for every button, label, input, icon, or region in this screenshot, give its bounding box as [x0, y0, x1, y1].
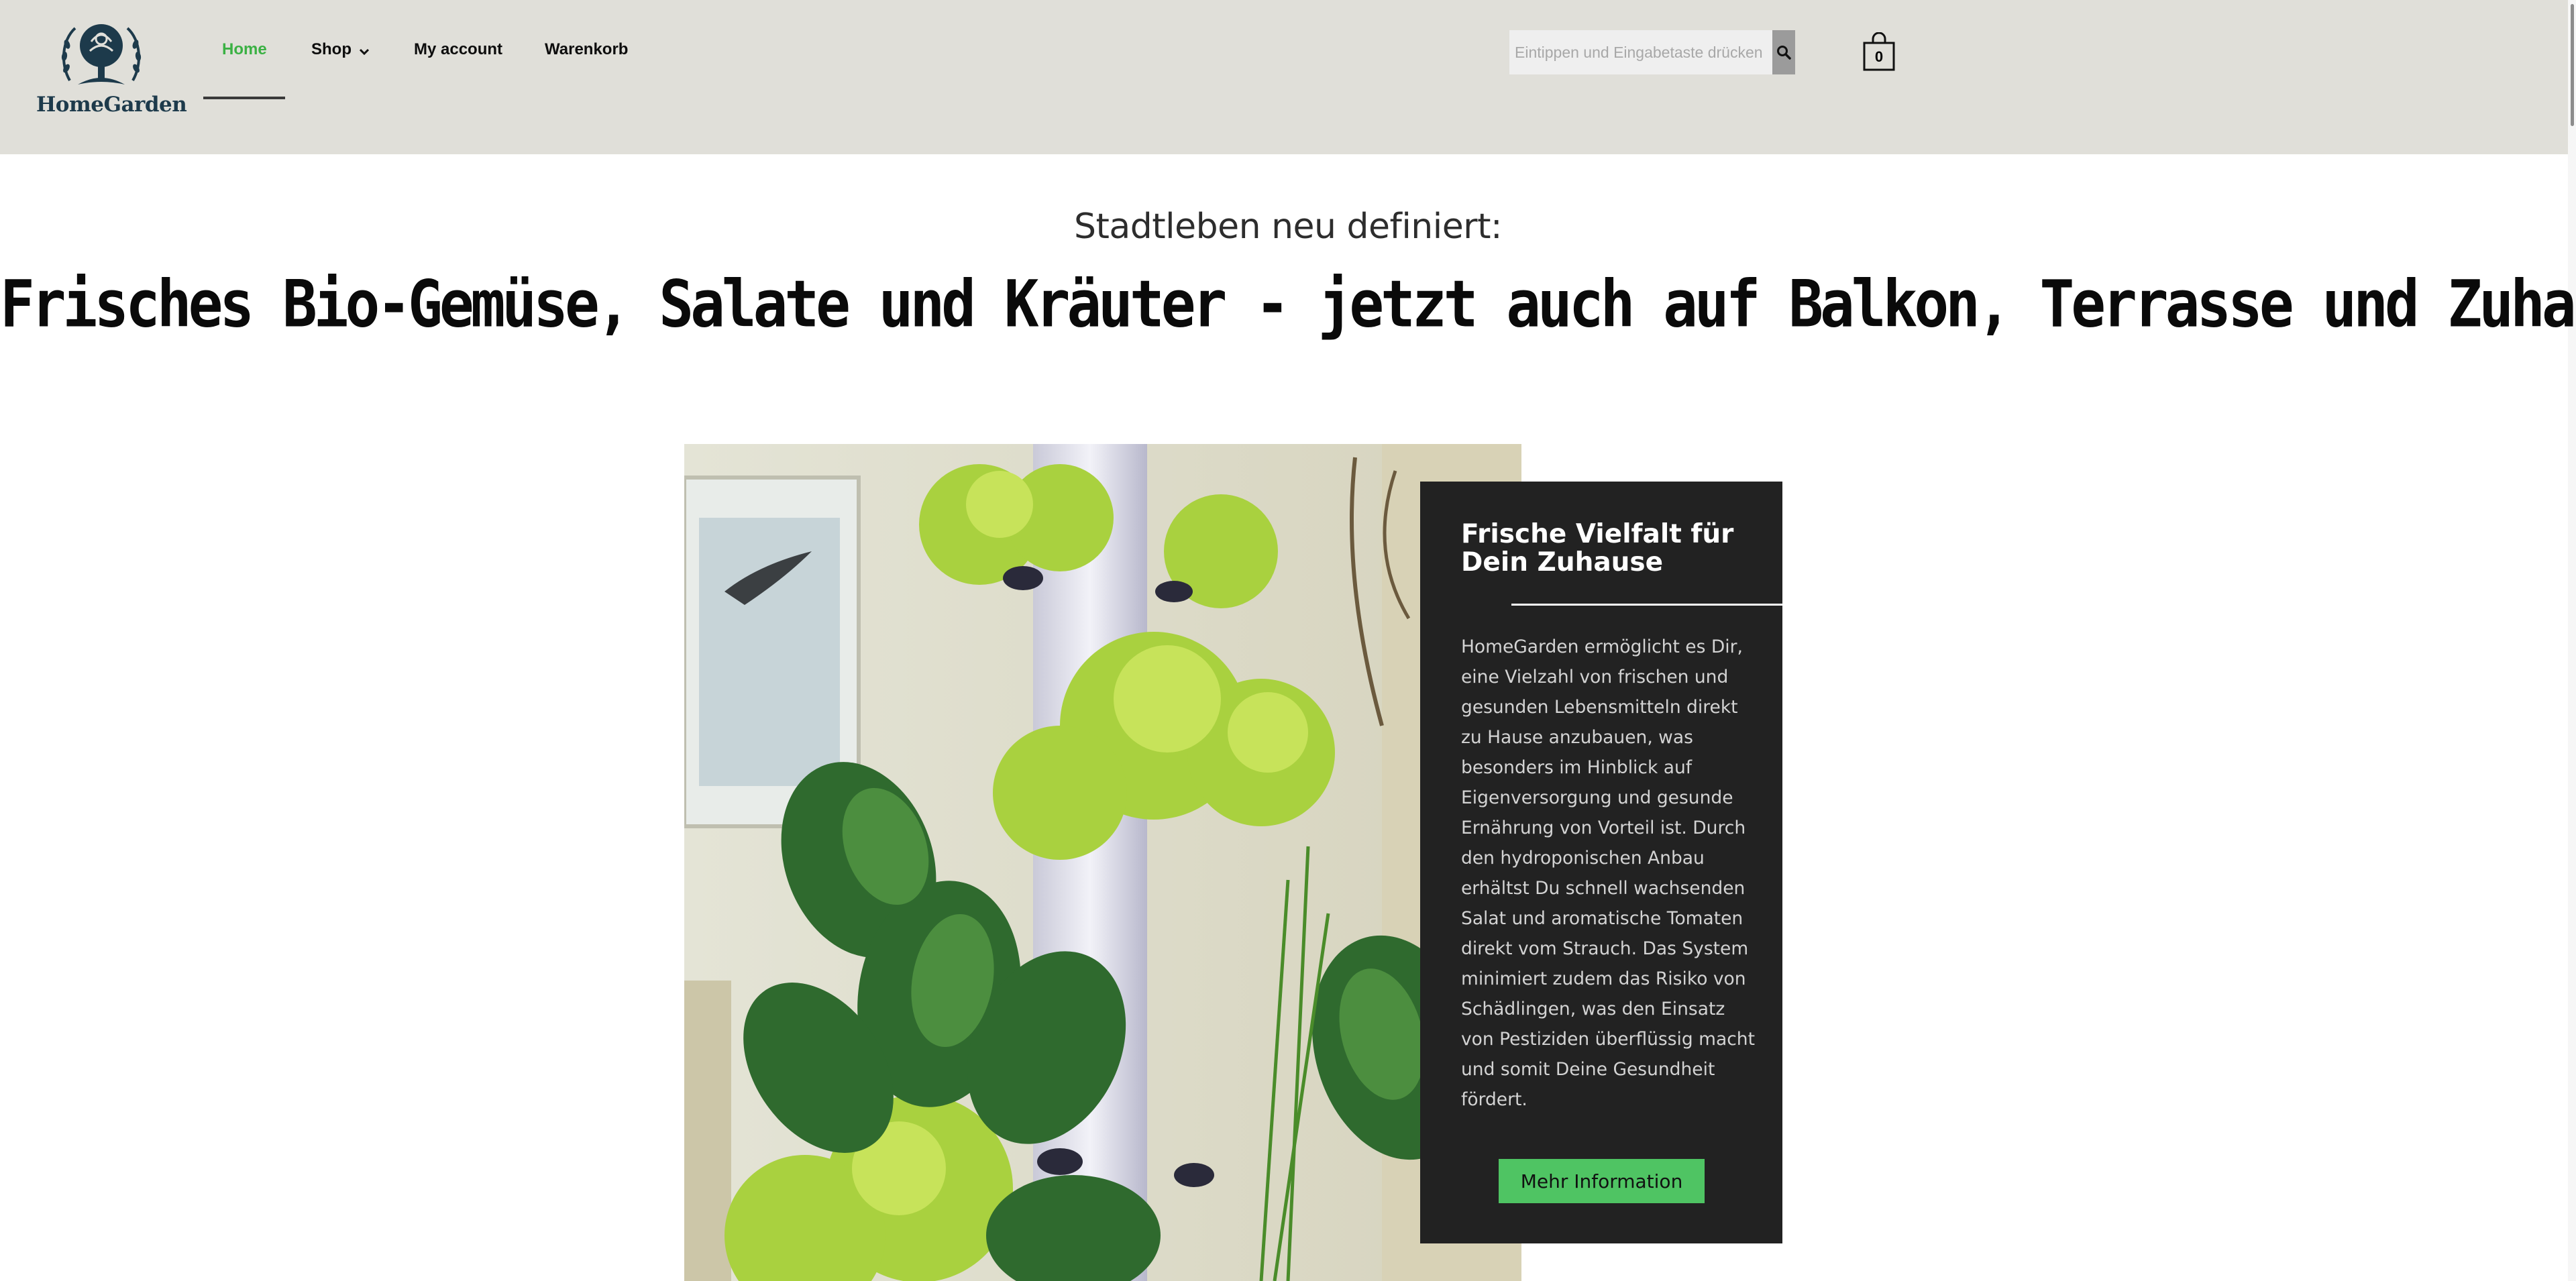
more-information-button[interactable]: Mehr Information [1499, 1159, 1705, 1203]
hydroponic-tower-photo [684, 444, 1521, 1281]
brand-logo[interactable]: HomeGarden [36, 15, 187, 122]
nav-home[interactable]: Home [222, 32, 267, 67]
search-input[interactable] [1509, 30, 1772, 74]
brand-name: HomeGarden [36, 93, 187, 117]
chevron-down-icon [359, 33, 370, 68]
page-scrollbar[interactable] [2568, 0, 2576, 1281]
nav-active-indicator [203, 97, 285, 99]
site-header: HomeGarden Home Shop My account Warenkor… [0, 0, 2576, 154]
hero-subtitle: Stadtleben neu definiert: [1074, 207, 1502, 247]
nav-my-account[interactable]: My account [414, 32, 502, 67]
nav-shop-label: Shop [311, 40, 352, 58]
card-title: Frische Vielfalt für Dein Zuhause [1461, 519, 1734, 577]
cart-count: 0 [1874, 48, 1884, 65]
search-form [1509, 30, 1795, 74]
search-icon [1777, 46, 1791, 60]
card-body-text: HomeGarden ermöglicht es Dir, eine Vielz… [1461, 636, 1755, 1110]
hero-headline: Frisches Bio-Gemüse, Salate und Kräuter … [0, 267, 2576, 342]
tree-emblem-icon [61, 24, 142, 85]
card-divider [1511, 604, 1782, 606]
search-button[interactable] [1772, 30, 1795, 74]
info-card: Frische Vielfalt für Dein Zuhause HomeGa… [1420, 482, 1782, 1243]
nav-shop[interactable]: Shop [311, 32, 370, 68]
nav-warenkorb[interactable]: Warenkorb [545, 32, 628, 67]
cart-button[interactable]: 0 [1862, 32, 1896, 71]
page-scrollbar-thumb[interactable] [2571, 4, 2574, 126]
